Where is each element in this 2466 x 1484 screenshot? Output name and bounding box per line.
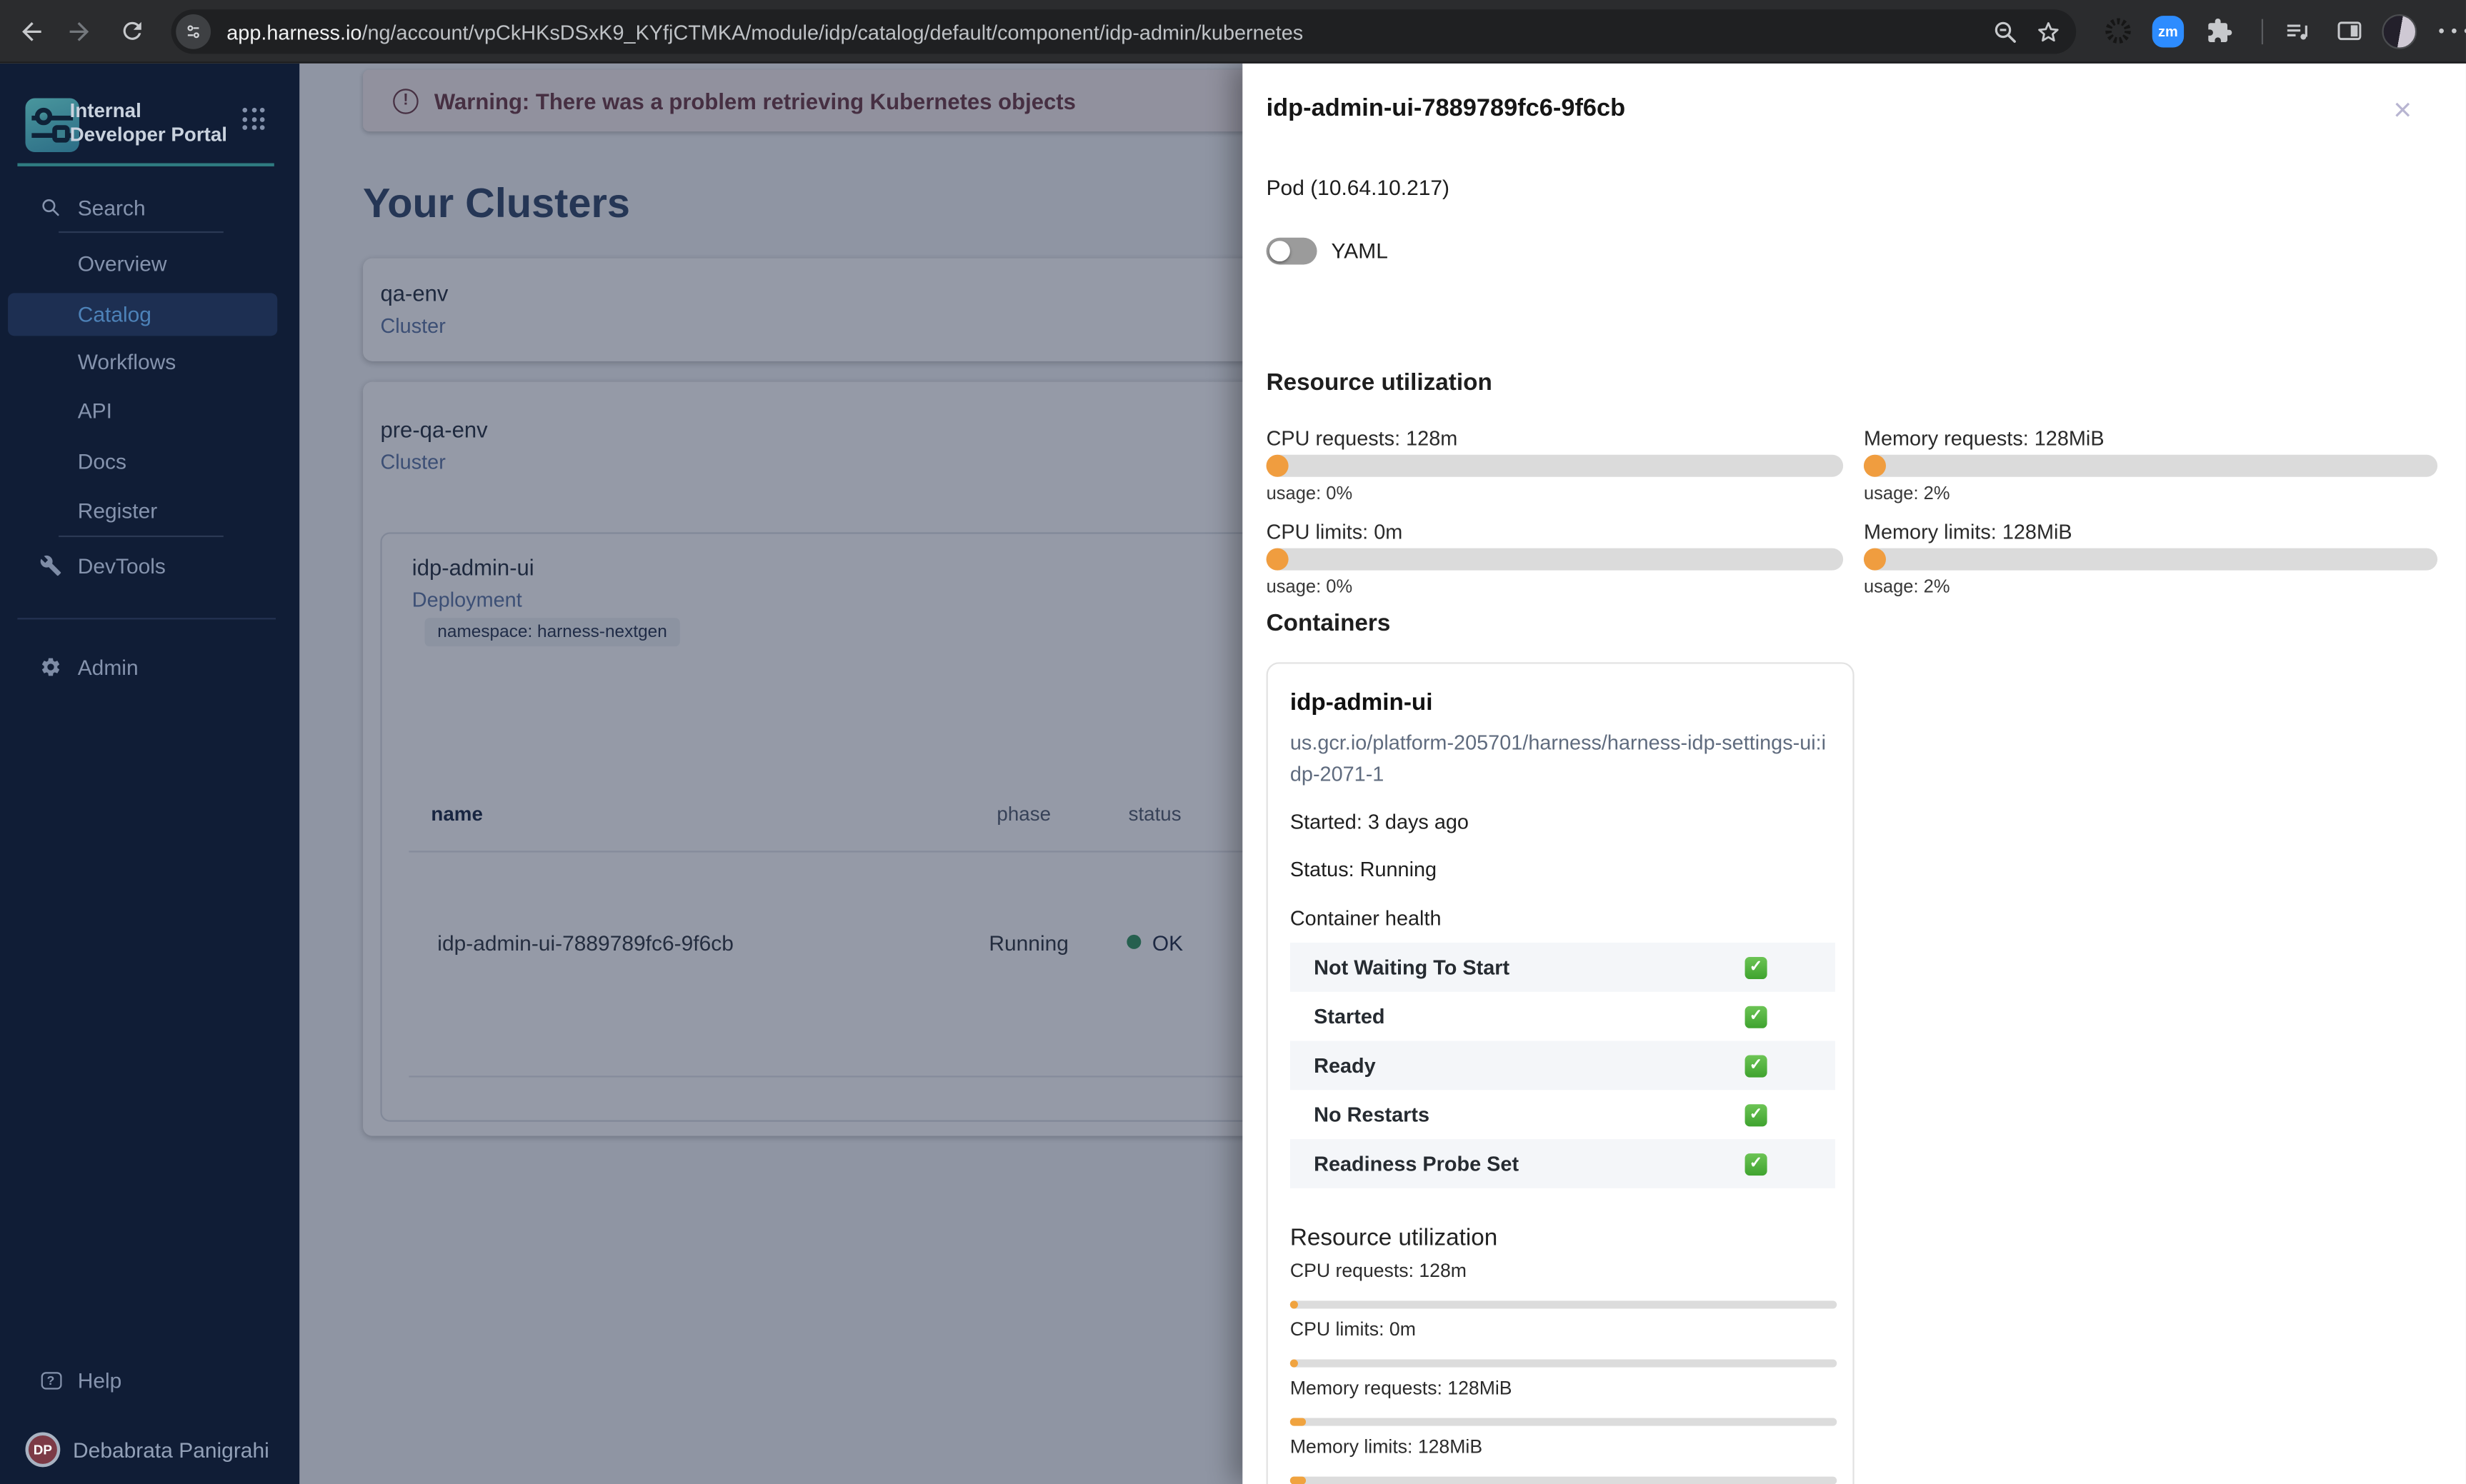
browser-profile-avatar[interactable] — [2380, 12, 2418, 50]
check-icon: ✓ — [1744, 1054, 1767, 1077]
sidebar-item-overview[interactable]: Overview — [0, 242, 299, 284]
sidebar-item-search[interactable]: Search — [0, 187, 299, 229]
check-icon: ✓ — [1744, 1152, 1767, 1175]
meter-cpu-requests: CPU requests: 128m usage: 0% — [1266, 426, 1844, 503]
meter-bar — [1863, 454, 2438, 477]
sidebar-item-help[interactable]: ? Help — [0, 1359, 299, 1400]
mini-meter-cpu-requests: CPU requests: 128m — [1289, 1260, 1837, 1309]
search-icon — [38, 195, 63, 220]
url-bar[interactable]: app.harness.io/ng/account/vpCkHKsDSxK9_K… — [171, 9, 2077, 54]
sidebar-user[interactable]: DP Debabrata Panigrahi — [0, 1428, 299, 1472]
container-health-heading: Container health — [1289, 906, 1442, 931]
health-check-row: Ready ✓ — [1289, 1041, 1836, 1091]
forward-icon[interactable] — [60, 12, 98, 50]
container-card: idp-admin-ui us.gcr.io/platform-205701/h… — [1266, 662, 1855, 1484]
container-name: idp-admin-ui — [1289, 689, 1433, 716]
media-queue-icon[interactable] — [2279, 12, 2317, 50]
browser-menu-icon[interactable] — [2435, 12, 2466, 50]
wrench-icon — [38, 553, 63, 578]
mini-meter-memory-requests: Memory requests: 128MiB — [1289, 1377, 1837, 1426]
resource-meters: CPU requests: 128m usage: 0% Memory requ… — [1266, 426, 2438, 597]
zoom-extension-icon[interactable]: zm — [2149, 12, 2187, 50]
container-started: Started: 3 days ago — [1289, 809, 1469, 833]
check-icon: ✓ — [1744, 956, 1767, 978]
section-divider — [17, 618, 276, 620]
yaml-toggle-label: YAML — [1331, 239, 1388, 264]
health-check-row: Readiness Probe Set ✓ — [1289, 1139, 1836, 1188]
containers-heading: Containers — [1266, 610, 1391, 637]
container-health-checks: Not Waiting To Start ✓ Started ✓ Ready ✓… — [1289, 943, 1836, 1188]
reload-icon[interactable] — [113, 12, 151, 50]
mini-meter-bar — [1289, 1300, 1837, 1309]
meter-bar — [1863, 548, 2438, 571]
drawer-title: idp-admin-ui-7889789fc6-9f6cb — [1266, 95, 1626, 122]
nav-divider — [59, 535, 224, 538]
brand-title: Internal Developer Portal — [69, 99, 228, 146]
toolbar-separator — [2261, 19, 2264, 45]
close-icon[interactable]: × — [2380, 89, 2425, 133]
mini-meter-bar — [1289, 1476, 1837, 1484]
app-grid-icon[interactable] — [242, 107, 265, 130]
health-check-row: No Restarts ✓ — [1290, 1090, 1835, 1139]
mini-meter-bar — [1289, 1418, 1837, 1426]
help-chat-icon: ? — [38, 1368, 63, 1393]
bookmark-star-icon[interactable] — [2033, 16, 2063, 46]
sidebar-item-devtools[interactable]: DevTools — [0, 545, 299, 586]
extension-spinner-icon[interactable] — [2098, 12, 2136, 50]
check-icon: ✓ — [1744, 1005, 1767, 1028]
zoom-out-icon[interactable] — [1990, 16, 2020, 46]
sidebar-item-register[interactable]: Register — [0, 490, 299, 531]
meter-bar — [1266, 548, 1844, 571]
sidebar: Internal Developer Portal Search Overvie… — [0, 63, 300, 1484]
mini-meter-cpu-limits: CPU limits: 0m — [1289, 1318, 1837, 1368]
app-window: Internal Developer Portal Search Overvie… — [0, 63, 2466, 1484]
sidebar-item-api[interactable]: API — [0, 390, 299, 431]
sidebar-item-catalog[interactable]: Catalog — [8, 293, 278, 336]
yaml-toggle[interactable] — [1266, 237, 1317, 265]
meter-cpu-limits: CPU limits: 0m usage: 0% — [1266, 520, 1844, 597]
health-check-row: Started ✓ — [1290, 992, 1835, 1041]
meter-bar — [1266, 454, 1844, 477]
check-icon: ✓ — [1744, 1103, 1767, 1126]
resource-utilization-heading: Resource utilization — [1266, 369, 1492, 396]
browser-toolbar: app.harness.io/ng/account/vpCkHKsDSxK9_K… — [0, 0, 2466, 64]
brand-divider — [17, 163, 274, 166]
sidebar-item-admin[interactable]: Admin — [0, 646, 299, 688]
container-image: us.gcr.io/platform-205701/harness/harnes… — [1289, 730, 1827, 786]
gear-icon — [38, 654, 63, 679]
extensions-puzzle-icon[interactable] — [2200, 12, 2237, 50]
back-icon[interactable] — [13, 12, 51, 50]
container-status: Status: Running — [1289, 857, 1437, 881]
search-divider — [59, 231, 224, 234]
url-text: app.harness.io/ng/account/vpCkHKsDSxK9_K… — [226, 19, 1304, 44]
sidebar-item-docs[interactable]: Docs — [0, 441, 299, 482]
user-avatar: DP — [25, 1432, 61, 1468]
mini-meter-bar — [1289, 1359, 1837, 1368]
pod-details-drawer: idp-admin-ui-7889789fc6-9f6cb × Pod (10.… — [1242, 63, 2466, 1484]
mini-meter-memory-limits: Memory limits: 128MiB — [1289, 1435, 1837, 1484]
site-settings-icon[interactable] — [176, 14, 211, 49]
side-panel-icon[interactable] — [2330, 12, 2367, 50]
sidebar-item-workflows[interactable]: Workflows — [0, 341, 299, 382]
container-resource-heading: Resource utilization — [1289, 1224, 1498, 1252]
meter-memory-requests: Memory requests: 128MiB usage: 2% — [1863, 426, 2438, 503]
user-name: Debabrata Panigrahi — [73, 1438, 269, 1462]
pod-subtitle: Pod (10.64.10.217) — [1266, 176, 1450, 200]
health-check-row: Not Waiting To Start ✓ — [1289, 943, 1836, 992]
meter-memory-limits: Memory limits: 128MiB usage: 2% — [1863, 520, 2438, 597]
screen: app.harness.io/ng/account/vpCkHKsDSxK9_K… — [0, 0, 2466, 1484]
